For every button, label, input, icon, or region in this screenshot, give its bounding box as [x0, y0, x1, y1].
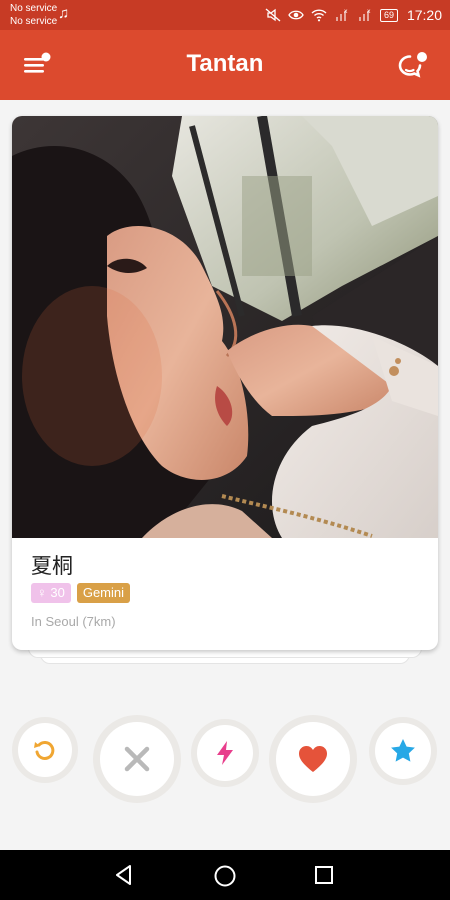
signal-icon: x	[335, 8, 348, 21]
undo-button[interactable]	[12, 717, 78, 783]
boost-button[interactable]	[191, 719, 259, 787]
female-icon: ♀	[37, 585, 47, 600]
home-icon[interactable]	[213, 864, 237, 888]
chat-icon	[398, 52, 427, 78]
profile-badges: ♀ 30 Gemini	[31, 583, 131, 603]
close-icon	[124, 746, 150, 772]
undo-icon	[34, 740, 55, 760]
like-button[interactable]	[269, 715, 357, 803]
battery-icon: 69	[379, 8, 398, 22]
profile-location: In Seoul (7km)	[31, 614, 116, 629]
carrier-label-1: No service	[10, 3, 58, 14]
super-like-button[interactable]	[369, 717, 437, 785]
star-icon	[391, 739, 415, 762]
app-header: Tantan	[0, 30, 450, 100]
profile-photo[interactable]	[12, 116, 438, 538]
navigation-bar	[0, 850, 450, 900]
app-title: Tantan	[186, 50, 264, 77]
carrier-label-2: No service	[10, 16, 58, 27]
zodiac-badge: Gemini	[76, 583, 131, 603]
age-badge: ♀ 30	[31, 583, 71, 603]
status-bar: No service No service ♫ x x 69 17:20	[0, 0, 450, 30]
wifi-icon	[311, 9, 327, 22]
eye-icon	[288, 10, 304, 20]
mute-icon	[265, 8, 281, 22]
chat-button[interactable]	[396, 50, 430, 80]
svg-text:x: x	[367, 8, 371, 15]
clock: 17:20	[406, 7, 442, 23]
signal-icon: x	[358, 8, 371, 21]
lightning-icon	[217, 741, 233, 765]
heart-icon	[299, 746, 327, 772]
music-note-icon: ♫	[58, 5, 70, 22]
nope-button[interactable]	[93, 715, 181, 803]
age-value: 30	[50, 585, 65, 600]
svg-text:x: x	[344, 8, 348, 15]
back-icon[interactable]	[113, 864, 135, 886]
recents-icon[interactable]	[314, 865, 334, 885]
profile-name: 夏桐	[31, 555, 73, 578]
profile-card[interactable]: 夏桐 ♀ 30 Gemini In Seoul (7km)	[12, 116, 438, 650]
